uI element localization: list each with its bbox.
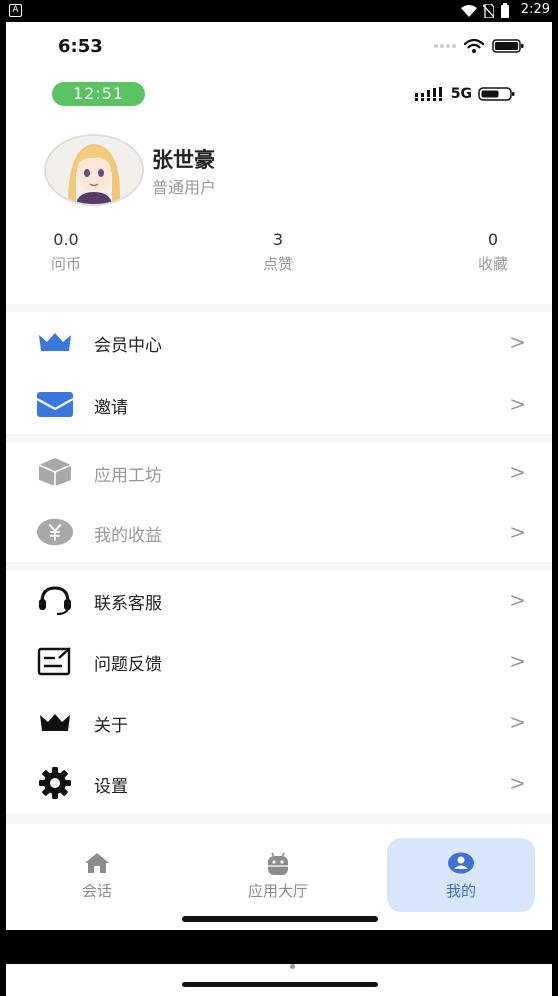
section-divider: [6, 562, 552, 570]
stat-coins[interactable]: 0.0 问币: [46, 230, 86, 274]
menu-item-label: 邀请: [94, 398, 128, 418]
inner-clock: 6:53: [58, 36, 103, 57]
system-clock: 2:29: [520, 2, 550, 17]
android-icon: [268, 852, 288, 875]
menu-item-label: 设置: [94, 777, 128, 797]
stat-label: 收藏: [477, 255, 508, 273]
tab-label: 会话: [81, 882, 112, 900]
wifi-icon: [464, 39, 484, 53]
feedback-icon: [37, 647, 71, 676]
bottom-screen-strip: [6, 964, 552, 996]
chevron-right-icon: >: [509, 460, 526, 484]
menu-item-feedback[interactable]: 问题反馈 >: [6, 631, 552, 691]
home-icon: [85, 853, 109, 873]
menu-item-customer-service[interactable]: 联系客服 >: [6, 570, 552, 630]
menu-item-label: 我的收益: [94, 526, 162, 546]
app-screen: 6:53 12:51 5G 张世豪 普通用户 0.0 问币 3 点赞 0 收藏 …: [6, 22, 552, 930]
chevron-right-icon: >: [509, 710, 526, 734]
network-type: 5G: [450, 86, 472, 102]
menu-item-my-earnings[interactable]: 我的收益 >: [6, 502, 552, 562]
avatar[interactable]: [44, 134, 144, 206]
chevron-right-icon: >: [509, 588, 526, 612]
user-name: 张世豪: [152, 148, 215, 172]
section-divider: [6, 304, 552, 312]
chevron-right-icon: >: [509, 392, 526, 416]
stat-label: 点赞: [262, 255, 293, 273]
tab-label: 应用大厅: [247, 882, 308, 900]
crown-icon: [40, 714, 70, 731]
section-divider: [6, 434, 552, 442]
no-sim-icon: [483, 3, 494, 18]
gear-icon: [39, 767, 71, 799]
signal-dots-icon: [434, 44, 456, 48]
stat-label: 问币: [50, 255, 81, 273]
inner-status-icons: [434, 39, 524, 53]
menu-item-label: 会员中心: [94, 336, 162, 356]
stat-value: 0: [487, 230, 499, 249]
tab-label: 我的: [445, 882, 476, 900]
user-icon: [448, 852, 474, 874]
menu-item-settings[interactable]: 设置 >: [6, 753, 552, 813]
menu-item-label: 应用工坊: [94, 466, 162, 486]
menu-item-vip-center[interactable]: 会员中心 >: [6, 312, 552, 372]
system-status-bar: A 2:29: [0, 0, 558, 22]
tab-app-hall[interactable]: 应用大厅: [204, 838, 352, 912]
box-icon: [38, 458, 72, 486]
secondary-status-bar: 12:51 5G: [6, 78, 552, 110]
home-indicator[interactable]: [182, 916, 378, 922]
anime-avatar-icon: [46, 136, 142, 204]
tab-mine[interactable]: 我的: [387, 838, 535, 912]
secondary-status-icons: 5G: [414, 86, 516, 102]
battery-icon: [478, 87, 515, 101]
crown-icon: [39, 333, 71, 351]
menu-item-app-workshop[interactable]: 应用工坊 >: [6, 442, 552, 502]
chevron-right-icon: >: [509, 520, 526, 544]
headset-icon: [39, 586, 71, 615]
stat-likes[interactable]: 3 点赞: [256, 230, 300, 274]
tab-chat[interactable]: 会话: [23, 838, 171, 912]
notification-badge: A: [9, 4, 22, 17]
stat-value: 0.0: [53, 230, 79, 249]
bottom-tab-bar: 会话 应用大厅 我的: [6, 832, 552, 912]
call-time-pill: 12:51: [52, 82, 145, 106]
inner-status-bar: 6:53: [6, 22, 552, 72]
home-indicator[interactable]: [182, 982, 378, 987]
stats-row: 0.0 问币 3 点赞 0 收藏: [6, 230, 552, 290]
battery-icon: [501, 3, 509, 18]
section-divider: [6, 814, 552, 824]
user-role: 普通用户: [152, 178, 217, 197]
chevron-right-icon: >: [509, 649, 526, 673]
chevron-right-icon: >: [509, 330, 526, 354]
yen-icon: [36, 518, 74, 546]
system-icons: [461, 3, 510, 18]
indicator-dot: [290, 964, 295, 969]
envelope-icon: [36, 392, 74, 417]
signal-bars-icon: [414, 87, 442, 101]
menu-item-label: 关于: [94, 716, 128, 736]
stat-favorites[interactable]: 0 收藏: [472, 230, 514, 274]
menu-item-about[interactable]: 关于 >: [6, 692, 552, 752]
menu-item-label: 问题反馈: [94, 655, 162, 675]
wifi-icon: [461, 4, 477, 17]
battery-icon: [492, 39, 524, 53]
menu-item-label: 联系客服: [94, 594, 162, 614]
menu-item-invite[interactable]: 邀请 >: [6, 374, 552, 434]
profile-header[interactable]: 张世豪 普通用户: [44, 134, 524, 210]
stat-value: 3: [272, 230, 284, 249]
chevron-right-icon: >: [509, 771, 526, 795]
